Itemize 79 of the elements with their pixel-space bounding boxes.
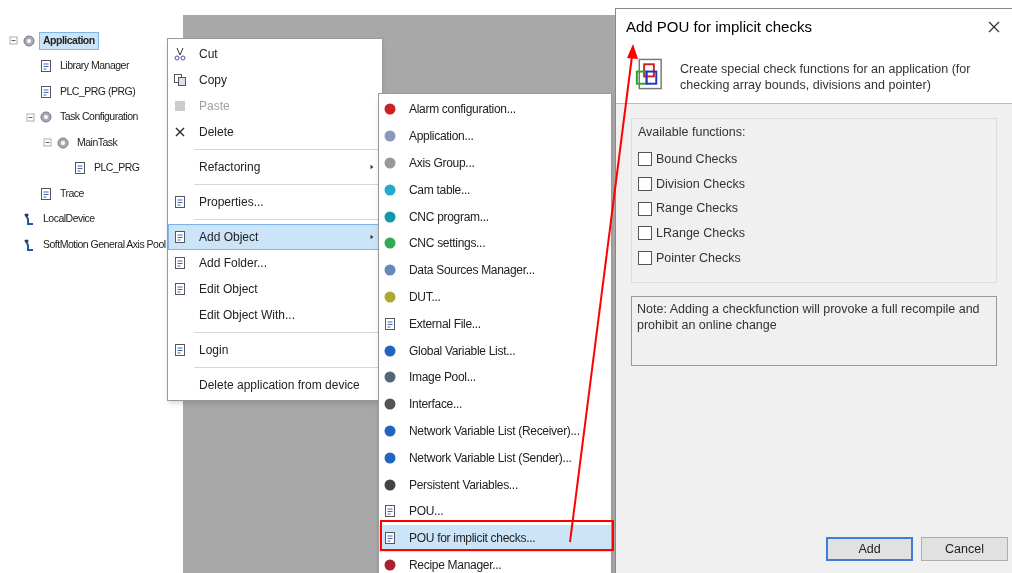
tree-item[interactable]: Library Manager [56,57,133,76]
checkbox[interactable]: Range Checks [638,199,990,218]
menu-item[interactable]: Cam table... [379,176,611,204]
tree-node-icon [22,212,36,227]
dialog-title: Add POU for implicit checks [626,16,812,37]
tree-item[interactable]: Application [39,31,99,50]
menu-item-icon [383,129,397,144]
menu-item[interactable]: Add Folder... [168,250,382,276]
menu-item-icon [383,343,397,358]
menu-item[interactable]: POU for implicit checks... [379,524,611,552]
menu-item[interactable]: Application... [379,122,611,150]
add-button[interactable]: Add [826,537,913,561]
group-label: Available functions: [638,124,747,141]
menu-item-icon [383,316,397,331]
tree-node-icon [22,237,36,252]
collapse-icon[interactable] [8,35,19,47]
menu-item-icon [383,370,397,385]
menu-item-icon [383,102,397,117]
menu-item-icon [383,423,397,438]
menu-item-icon [383,557,397,572]
tree-item[interactable]: Task Configuration [56,108,142,127]
menu-item-icon [383,397,397,412]
menu-item-icon [383,209,397,224]
tree-node-icon [39,110,53,125]
menu-item[interactable]: Global Variable List... [379,337,611,364]
tree-item[interactable]: Trace [56,184,88,203]
checkbox[interactable]: Bound Checks [638,149,990,169]
tree-item[interactable]: SoftMotion General Axis Pool [39,235,170,254]
menu-item[interactable]: Edit Object [168,276,382,302]
menu-item[interactable]: Login [168,337,382,363]
menu-item[interactable]: CNC program... [379,203,611,230]
menu-item-icon [383,477,397,492]
tree-item[interactable]: PLC_PRG (PRG) [56,82,140,101]
menu-item[interactable]: Axis Group... [379,149,611,177]
menu-item[interactable]: External File... [379,310,611,338]
menu-item[interactable]: POU... [379,497,611,525]
menu-item[interactable]: CNC settings... [379,230,611,257]
menu-item[interactable]: Cut [168,41,382,67]
menu-item[interactable]: Interface... [379,390,611,418]
menu-item[interactable]: Refactoring [168,154,382,180]
cancel-button[interactable]: Cancel [921,537,1008,561]
collapse-icon[interactable] [42,137,53,149]
menu-item[interactable]: Edit Object With... [168,302,382,328]
menu-item[interactable]: Properties... [168,189,382,215]
menu-item[interactable]: Network Variable List (Receiver)... [379,417,611,445]
tree-item[interactable]: LocalDevice [39,210,99,229]
menu-item-icon [383,450,397,465]
menu-item[interactable]: Recipe Manager... [379,551,611,573]
menu-item[interactable]: Persistent Variables... [379,471,611,498]
menu-item[interactable]: Delete application from device [168,372,382,398]
tree-item[interactable]: MainTask [73,133,122,152]
tree-node-icon [39,186,53,201]
menu-item-icon [383,504,397,519]
tree-node-icon [56,135,70,150]
menu-item[interactable]: Data Sources Manager... [379,256,611,284]
tree-node-icon [22,33,36,48]
menu-item[interactable]: DUT... [379,283,611,311]
menu-item[interactable]: Delete [168,119,382,145]
dialog-description: Create special check functions for an application (for checking array bounds, divisions and pointer) [680,61,972,93]
checkbox[interactable]: Pointer Checks [638,248,990,268]
menu-item-icon [383,289,397,304]
menu-item-icon [383,531,397,546]
menu-item-icon [383,263,397,278]
menu-item-icon [383,156,397,170]
close-icon [987,20,1001,34]
tree-item[interactable]: PLC_PRG [90,159,144,178]
tree-node-icon [73,161,87,176]
collapse-icon[interactable] [25,111,36,123]
menu-item[interactable]: Copy [168,67,382,93]
menu-item-icon [383,182,397,197]
checkbox[interactable]: Division Checks [638,174,990,194]
tree-node-icon [39,84,53,99]
menu-item[interactable]: Alarm configuration... [379,96,611,123]
menu-item[interactable]: Network Variable List (Sender)... [379,444,611,472]
note-text: Note: Adding a checkfunction will provoke a full recompile and prohibit an online change [631,296,997,366]
tree-node-icon [39,59,53,74]
menu-item-icon [383,236,397,251]
checkbox[interactable]: LRange Checks [638,224,990,243]
menu-item[interactable]: Image Pool... [379,363,611,391]
